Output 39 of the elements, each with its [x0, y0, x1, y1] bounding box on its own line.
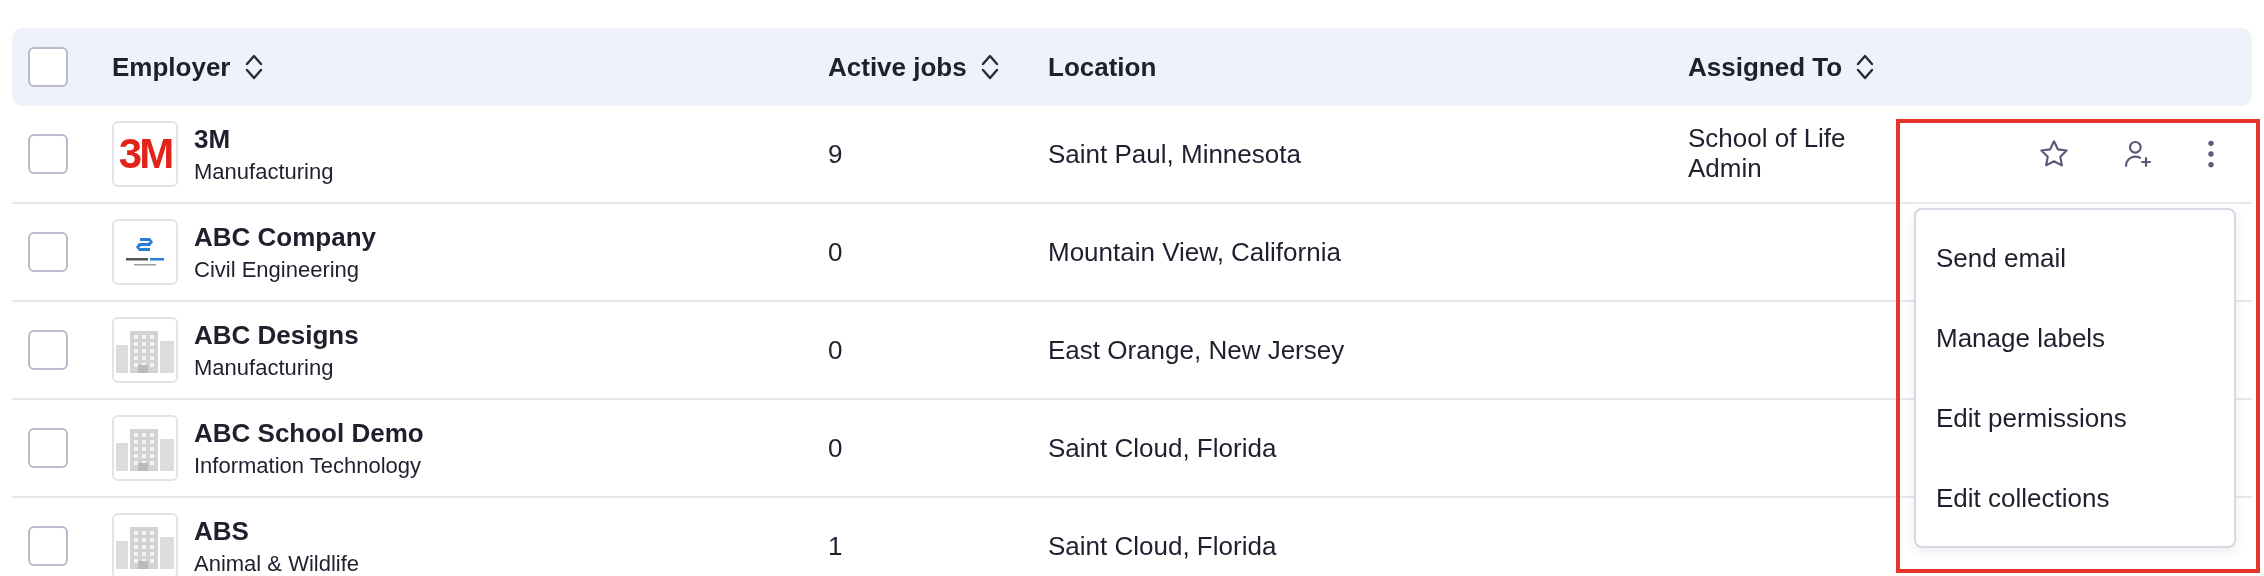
row-checkbox[interactable] [28, 134, 68, 174]
industry-label: Manufacturing [194, 158, 334, 185]
industry-label: Information Technology [194, 452, 423, 479]
sort-icon[interactable] [980, 54, 999, 80]
menu-item[interactable]: Manage labels [1916, 298, 2234, 378]
sort-icon[interactable] [1856, 54, 1875, 80]
industry-label: Animal & Wildlife [194, 550, 360, 576]
menu-item[interactable]: Edit permissions [1916, 378, 2234, 458]
column-header[interactable]: Active jobs [828, 51, 967, 83]
location-text: East Orange, New Jersey [1047, 334, 1346, 366]
employer-name[interactable]: ABS [194, 515, 360, 547]
employer-name[interactable]: ABC Designs [194, 319, 359, 351]
column-header[interactable]: Assigned To [1688, 51, 1843, 83]
sort-icon[interactable] [244, 54, 263, 80]
location-text: Saint Paul, Minnesota [1047, 138, 1302, 170]
row-checkbox[interactable] [28, 232, 68, 272]
company-logo: 3M [118, 133, 172, 175]
industry-label: Civil Engineering [194, 256, 361, 283]
menu-item[interactable]: Send email [1916, 218, 2234, 298]
location-text: Mountain View, California [1047, 236, 1342, 268]
active-jobs-count: 0 [827, 236, 844, 268]
active-jobs-count: 0 [827, 334, 844, 366]
menu-item[interactable]: Edit collections [1916, 458, 2234, 538]
location-text: Saint Cloud, Florida [1047, 432, 1278, 464]
column-header[interactable]: Location [1048, 51, 1157, 83]
row-checkbox[interactable] [28, 526, 68, 566]
employer-name[interactable]: ABC School Demo [194, 417, 424, 449]
select-all-checkbox[interactable] [28, 47, 68, 87]
active-jobs-count: 1 [827, 530, 844, 562]
row-checkbox[interactable] [28, 330, 68, 370]
active-jobs-count: 9 [827, 138, 844, 170]
row-checkbox[interactable] [28, 428, 68, 468]
location-text: Saint Cloud, Florida [1047, 530, 1278, 562]
assignee-text: School of Life Admin [1687, 124, 1847, 184]
active-jobs-count: 0 [827, 432, 844, 464]
industry-label: Manufacturing [194, 354, 335, 381]
employer-name[interactable]: ABC Company [194, 221, 376, 253]
employer-name[interactable]: 3M [194, 123, 334, 155]
column-header[interactable]: Employer [112, 51, 231, 83]
